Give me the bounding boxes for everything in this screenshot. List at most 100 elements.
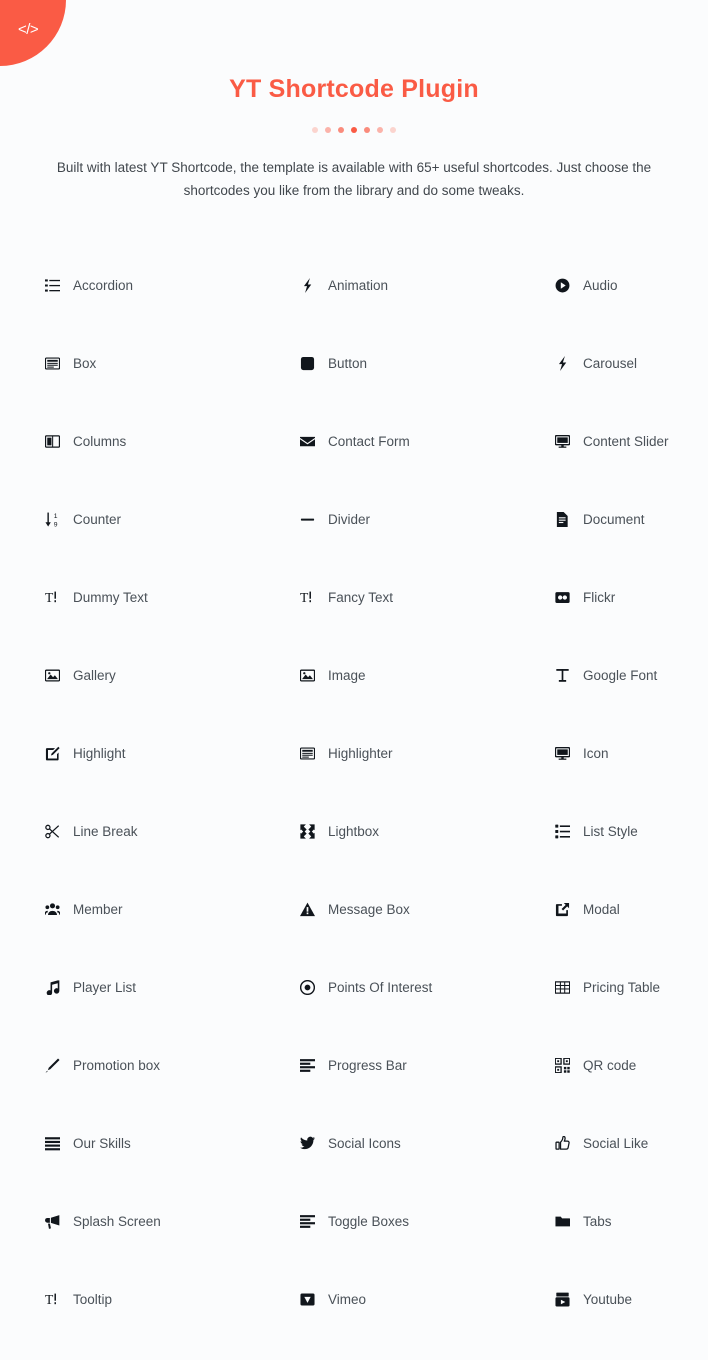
shortcode-label: Contact Form bbox=[328, 433, 410, 449]
shortcode-label: Audio bbox=[583, 277, 618, 293]
shortcode-label: Modal bbox=[583, 901, 620, 917]
shortcode-item[interactable]: Member bbox=[44, 870, 299, 948]
shortcode-item[interactable]: Points Of Interest bbox=[299, 948, 554, 1026]
shortcode-item[interactable]: Our Skills bbox=[44, 1104, 299, 1182]
shortcode-label: Social Like bbox=[583, 1135, 649, 1151]
shortcode-item[interactable]: Toggle Boxes bbox=[299, 1182, 554, 1260]
shortcode-item[interactable]: Google Font bbox=[554, 636, 669, 714]
separator-dot bbox=[390, 127, 396, 133]
shortcode-item[interactable]: Tabs bbox=[554, 1182, 669, 1260]
separator-dot bbox=[351, 127, 357, 133]
shortcode-label: Carousel bbox=[583, 355, 638, 371]
svg-text:9: 9 bbox=[54, 521, 58, 527]
shortcode-item[interactable]: Vimeo bbox=[299, 1260, 554, 1338]
shortcode-label: Button bbox=[328, 355, 368, 371]
shortcode-label: Youtube bbox=[583, 1291, 633, 1307]
shortcode-label: Toggle Boxes bbox=[328, 1213, 410, 1229]
shortcode-item[interactable]: Highlighter bbox=[299, 714, 554, 792]
qrcode-icon bbox=[554, 1057, 571, 1074]
shortcode-item[interactable]: Content Slider bbox=[554, 402, 669, 480]
shortcode-label: Dummy Text bbox=[73, 589, 148, 605]
twitter-bird-icon bbox=[299, 1135, 316, 1152]
shortcode-label: Member bbox=[73, 901, 123, 917]
separator-dot bbox=[364, 127, 370, 133]
shortcode-item[interactable]: Icon bbox=[554, 714, 669, 792]
shortcode-item[interactable]: Columns bbox=[44, 402, 299, 480]
shortcode-item[interactable]: Social Like bbox=[554, 1104, 669, 1182]
text-height-icon: T bbox=[44, 1291, 61, 1308]
font-icon bbox=[554, 667, 571, 684]
shortcode-item[interactable]: Promotion box bbox=[44, 1026, 299, 1104]
shortcode-item[interactable]: Modal bbox=[554, 870, 669, 948]
shortcode-item[interactable]: Line Break bbox=[44, 792, 299, 870]
shortcode-label: Content Slider bbox=[583, 433, 669, 449]
shortcode-item[interactable]: Highlight bbox=[44, 714, 299, 792]
users-icon bbox=[44, 901, 61, 918]
separator-dot bbox=[325, 127, 331, 133]
thumbs-up-icon bbox=[554, 1135, 571, 1152]
shortcode-item[interactable]: Accordion bbox=[44, 246, 299, 324]
svg-text:1: 1 bbox=[54, 513, 58, 520]
page-title: YT Shortcode Plugin bbox=[229, 75, 479, 103]
shortcode-item[interactable]: T Tooltip bbox=[44, 1260, 299, 1338]
shortcode-item[interactable]: Contact Form bbox=[299, 402, 554, 480]
shortcode-item[interactable]: Carousel bbox=[554, 324, 669, 402]
shortcode-item[interactable]: Flickr bbox=[554, 558, 669, 636]
shortcode-item[interactable]: Button bbox=[299, 324, 554, 402]
shortcode-item[interactable]: Message Box bbox=[299, 870, 554, 948]
dot-separator bbox=[0, 126, 708, 134]
shortcode-item[interactable]: Youtube bbox=[554, 1260, 669, 1338]
shortcode-item[interactable]: Progress Bar bbox=[299, 1026, 554, 1104]
shortcode-label: Message Box bbox=[328, 901, 410, 917]
shortcode-label: List Style bbox=[583, 823, 638, 839]
minus-icon bbox=[299, 511, 316, 528]
shortcode-label: QR code bbox=[583, 1057, 637, 1073]
pencil-icon bbox=[44, 1057, 61, 1074]
shortcode-label: Splash Screen bbox=[73, 1213, 161, 1229]
shortcode-item[interactable]: QR code bbox=[554, 1026, 669, 1104]
shortcode-item[interactable]: Pricing Table bbox=[554, 948, 669, 1026]
table-grid-icon bbox=[554, 979, 571, 996]
svg-text:T: T bbox=[300, 590, 309, 605]
shortcode-item[interactable]: Lightbox bbox=[299, 792, 554, 870]
desktop-icon bbox=[554, 433, 571, 450]
shortcode-label: Accordion bbox=[73, 277, 134, 293]
shortcode-item[interactable]: Splash Screen bbox=[44, 1182, 299, 1260]
code-icon: </> bbox=[18, 21, 39, 38]
scissors-icon bbox=[44, 823, 61, 840]
shortcode-label: Columns bbox=[73, 433, 127, 449]
shortcode-item[interactable]: Social Icons bbox=[299, 1104, 554, 1182]
shortcode-label: Divider bbox=[328, 511, 371, 527]
shortcode-item[interactable]: Audio bbox=[554, 246, 669, 324]
bolt-icon bbox=[299, 277, 316, 294]
window-box-icon bbox=[299, 745, 316, 762]
shortcode-item[interactable]: Animation bbox=[299, 246, 554, 324]
shortcode-item[interactable]: T Dummy Text bbox=[44, 558, 299, 636]
flickr-icon bbox=[554, 589, 571, 606]
align-bars-icon bbox=[299, 1057, 316, 1074]
align-bars-icon bbox=[299, 1213, 316, 1230]
external-link-icon bbox=[554, 901, 571, 918]
shortcode-label: Image bbox=[328, 667, 366, 683]
envelope-icon bbox=[299, 433, 316, 450]
shortcode-item[interactable]: Box bbox=[44, 324, 299, 402]
shortcode-item[interactable]: Player List bbox=[44, 948, 299, 1026]
rounded-square-icon bbox=[299, 355, 316, 372]
shortcode-label: Lightbox bbox=[328, 823, 380, 839]
shortcode-item[interactable]: Image bbox=[299, 636, 554, 714]
shortcode-item[interactable]: Document bbox=[554, 480, 669, 558]
page-description: Built with latest YT Shortcode, the temp… bbox=[56, 160, 652, 199]
shortcode-item[interactable]: Divider bbox=[299, 480, 554, 558]
separator-dot bbox=[377, 127, 383, 133]
warning-triangle-icon bbox=[299, 901, 316, 918]
bullhorn-icon bbox=[44, 1213, 61, 1230]
shortcode-grid: Accordion Animation Audio Box Button Carousel… bbox=[0, 246, 708, 1338]
shortcode-item[interactable]: List Style bbox=[554, 792, 669, 870]
music-note-icon bbox=[44, 979, 61, 996]
shortcode-item[interactable]: T Fancy Text bbox=[299, 558, 554, 636]
shortcode-label: Google Font bbox=[583, 667, 658, 683]
shortcode-label: Counter bbox=[73, 511, 122, 527]
youtube-icon bbox=[554, 1291, 571, 1308]
shortcode-item[interactable]: 1 9 Counter bbox=[44, 480, 299, 558]
shortcode-item[interactable]: Gallery bbox=[44, 636, 299, 714]
